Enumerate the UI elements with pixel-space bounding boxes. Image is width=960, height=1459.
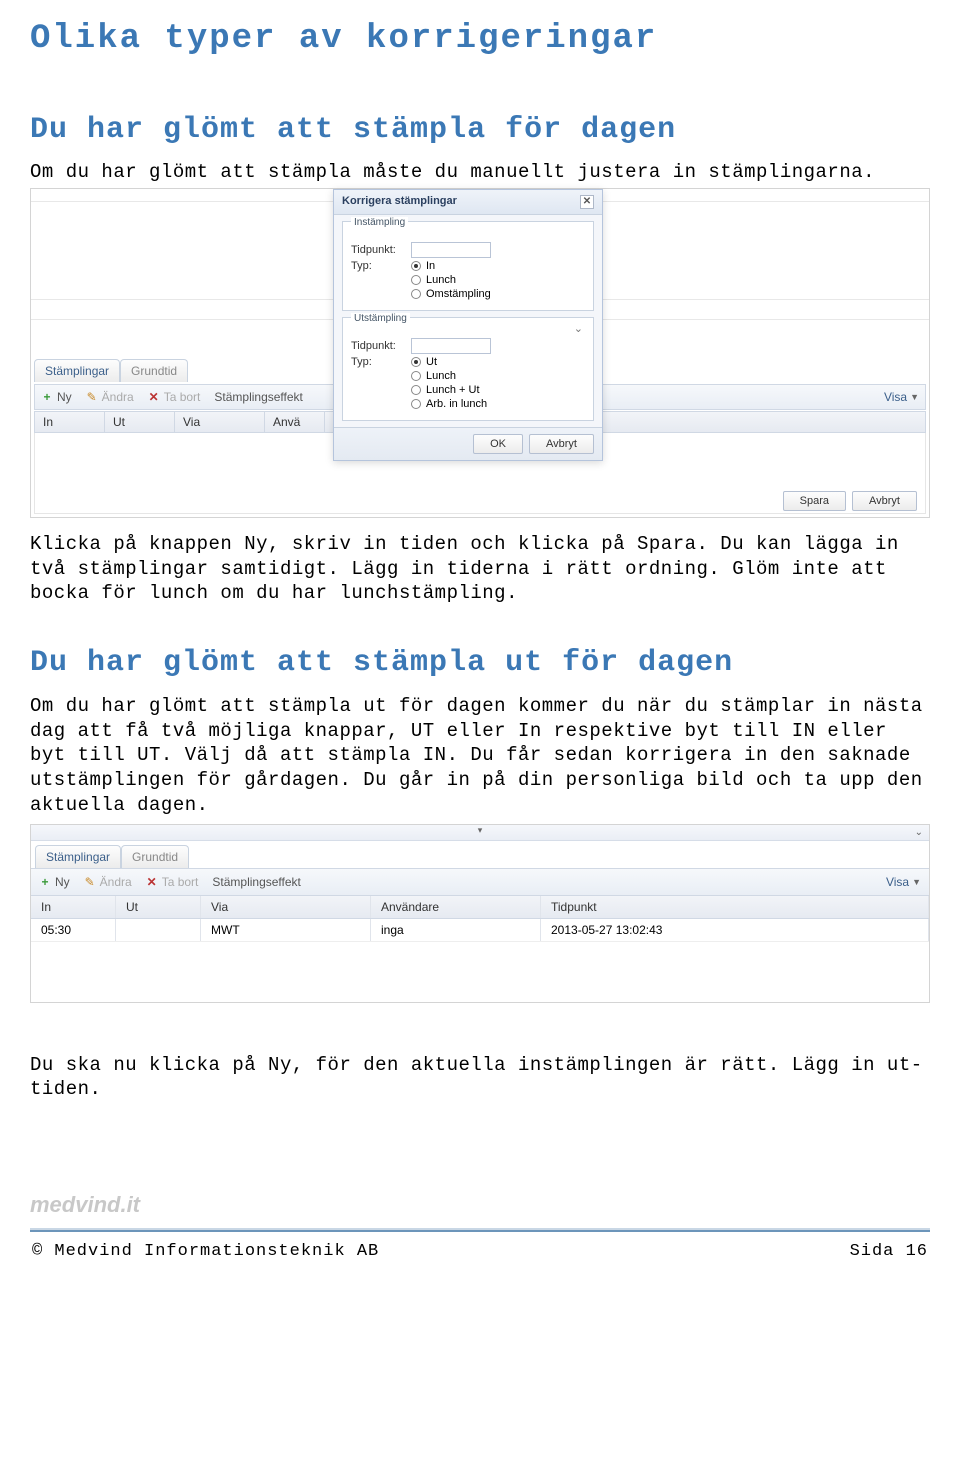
section-2-body: Om du har glömt att stämpla ut för dagen… xyxy=(30,694,930,817)
tabort-label: Ta bort xyxy=(164,390,201,404)
chevron-down-icon: ▼ xyxy=(910,392,919,402)
ny-label: Ny xyxy=(57,390,72,404)
chevron-down-icon: ▼ xyxy=(912,877,921,887)
avbryt-button[interactable]: Avbryt xyxy=(529,434,594,454)
cell-tidpunkt: 2013-05-27 13:02:43 xyxy=(541,919,929,941)
section-2-title: Du har glömt att stämpla ut för dagen xyxy=(30,646,930,680)
radio-ut[interactable] xyxy=(411,357,421,367)
radio-omstampling-label: Omstämpling xyxy=(426,288,491,300)
effekt-label-2: Stämplingseffekt xyxy=(212,875,301,889)
close-icon[interactable]: ✕ xyxy=(580,195,594,209)
radio-lunch-ut[interactable] xyxy=(411,371,421,381)
effekt-label: Stämplingseffekt xyxy=(214,390,303,404)
tidpunkt-label-ut: Tidpunkt: xyxy=(351,340,411,352)
plus-icon: + xyxy=(39,876,51,888)
col-via: Via xyxy=(175,412,265,432)
andra-button[interactable]: ✎ Ändra xyxy=(86,390,134,404)
radio-lunch-plus-ut-label: Lunch + Ut xyxy=(426,384,480,396)
col-in-2: In xyxy=(31,896,116,918)
stamplingseffekt-button-2[interactable]: Stämplingseffekt xyxy=(212,875,301,889)
col-anv: Anvä xyxy=(265,412,325,432)
typ-label-ut: Typ: xyxy=(351,356,411,368)
delete-icon: ✕ xyxy=(148,391,160,403)
radio-arb-in-lunch-label: Arb. in lunch xyxy=(426,398,487,410)
col-tidpunkt: Tidpunkt xyxy=(541,896,929,918)
col-ut-2: Ut xyxy=(116,896,201,918)
chevron-double-icon[interactable]: ⌄ xyxy=(915,827,923,838)
footer: © Medvind Informationsteknik AB Sida 16 xyxy=(30,1232,930,1291)
tabort-button[interactable]: ✕ Ta bort xyxy=(148,390,201,404)
closing-text: Du ska nu klicka på Ny, för den aktuella… xyxy=(30,1053,930,1102)
chevron-down-icon[interactable]: ▾ xyxy=(478,825,483,836)
cell-in: 05:30 xyxy=(31,919,116,941)
brand-logo: medvind.it xyxy=(30,1192,930,1218)
stamplingseffekt-button[interactable]: Stämplingseffekt xyxy=(214,390,303,404)
empty-rows xyxy=(31,942,929,1002)
avbryt-button-outer[interactable]: Avbryt xyxy=(852,491,917,511)
cell-via: MWT xyxy=(201,919,371,941)
section-1-intro: Om du har glömt att stämpla måste du man… xyxy=(30,161,930,183)
cell-ut xyxy=(116,919,201,941)
andra-label: Ändra xyxy=(102,390,134,404)
radio-lunch-plus-ut[interactable] xyxy=(411,385,421,395)
tab-grundtid-2[interactable]: Grundtid xyxy=(121,845,189,868)
ok-button[interactable]: OK xyxy=(473,434,523,454)
radio-in[interactable] xyxy=(411,261,421,271)
screenshot-stampings-grid: ▾ ⌄ Stämplingar Grundtid + Ny ✎ Ändra ✕ … xyxy=(30,824,930,1003)
delete-icon: ✕ xyxy=(146,876,158,888)
ny-button[interactable]: + Ny xyxy=(41,390,72,404)
radio-lunch-ut-label: Lunch xyxy=(426,370,456,382)
dialog-title: Korrigera stämplingar xyxy=(342,195,457,209)
tidpunkt-label: Tidpunkt: xyxy=(351,244,411,256)
page-title: Olika typer av korrigeringar xyxy=(30,20,930,58)
andra-button-2[interactable]: ✎ Ändra xyxy=(84,875,132,889)
col-anvandare: Användare xyxy=(371,896,541,918)
tab-grundtid[interactable]: Grundtid xyxy=(120,359,188,382)
section-1-title: Du har glömt att stämpla för dagen xyxy=(30,113,930,147)
footer-left: © Medvind Informationsteknik AB xyxy=(32,1242,379,1261)
col-via-2: Via xyxy=(201,896,371,918)
ny-label-2: Ny xyxy=(55,875,70,889)
visa-label-2: Visa xyxy=(886,875,909,889)
tabort-label-2: Ta bort xyxy=(162,875,199,889)
chevron-down-icon[interactable]: ⌄ xyxy=(574,322,583,335)
radio-omstampling[interactable] xyxy=(411,289,421,299)
visa-label: Visa xyxy=(884,390,907,404)
radio-lunch-in[interactable] xyxy=(411,275,421,285)
tidpunkt-input-in[interactable] xyxy=(411,242,491,258)
visa-menu-2[interactable]: Visa ▼ xyxy=(886,875,921,889)
instampling-legend: Instämpling xyxy=(351,217,408,228)
pencil-icon: ✎ xyxy=(84,876,96,888)
tab-stamplingar[interactable]: Stämplingar xyxy=(34,359,120,382)
section-1-after: Klicka på knappen Ny, skriv in tiden och… xyxy=(30,532,930,606)
table-row[interactable]: 05:30 MWT inga 2013-05-27 13:02:43 xyxy=(31,919,929,942)
radio-lunch-in-label: Lunch xyxy=(426,274,456,286)
typ-label: Typ: xyxy=(351,260,411,272)
radio-arb-in-lunch[interactable] xyxy=(411,399,421,409)
utstampling-legend: Utstämpling xyxy=(351,313,410,324)
col-ut: Ut xyxy=(105,412,175,432)
pencil-icon: ✎ xyxy=(86,391,98,403)
radio-in-label: In xyxy=(426,260,435,272)
radio-ut-label: Ut xyxy=(426,356,437,368)
cell-anvandare: inga xyxy=(371,919,541,941)
tab-stamplingar-2[interactable]: Stämplingar xyxy=(35,845,121,868)
korrigera-stamplingar-dialog: Korrigera stämplingar ✕ Instämpling Tidp… xyxy=(333,189,603,461)
ny-button-2[interactable]: + Ny xyxy=(39,875,70,889)
tidpunkt-input-ut[interactable] xyxy=(411,338,491,354)
tabort-button-2[interactable]: ✕ Ta bort xyxy=(146,875,199,889)
spara-button[interactable]: Spara xyxy=(783,491,846,511)
screenshot-correct-stampings: Stämplingar Grundtid + Ny ✎ Ändra ✕ Ta b… xyxy=(30,188,930,518)
andra-label-2: Ändra xyxy=(100,875,132,889)
visa-menu[interactable]: Visa ▼ xyxy=(884,390,919,404)
plus-icon: + xyxy=(41,391,53,403)
footer-right: Sida 16 xyxy=(850,1242,928,1261)
col-in: In xyxy=(35,412,105,432)
